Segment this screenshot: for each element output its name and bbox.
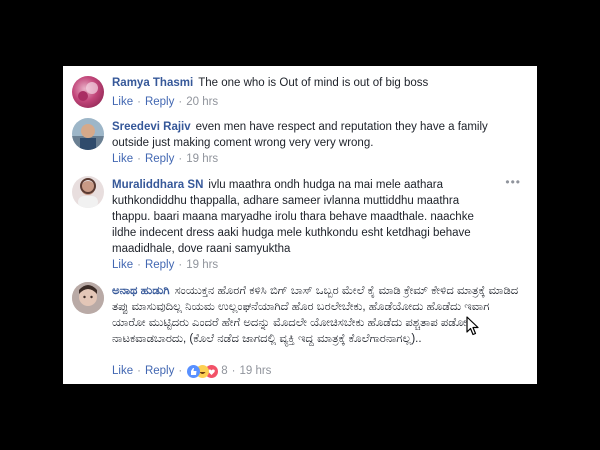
- separator-dot: ·: [137, 365, 141, 377]
- separator-dot: ·: [178, 259, 183, 271]
- avatar[interactable]: [72, 76, 104, 108]
- avatar[interactable]: [72, 176, 104, 208]
- commenter-name[interactable]: Ramya Thasmi: [112, 77, 193, 89]
- avatar-image: [78, 82, 98, 101]
- separator-dot: ·: [178, 153, 183, 165]
- like-link[interactable]: Like: [112, 364, 133, 378]
- like-icon: [187, 364, 201, 378]
- avatar[interactable]: [72, 118, 104, 150]
- more-options-icon[interactable]: •••: [505, 175, 521, 189]
- comment-body: ಸಂಯುಕ್ತನ ಹೊರಗೆ ಕಳಿಸಿ ಬಿಗ್ ಬಾಸ್ ಒಬ್ಬರ ಮೇಲ…: [112, 285, 519, 345]
- mouse-cursor-icon: [466, 316, 479, 336]
- avatar-image: [72, 124, 104, 150]
- comment-item: Ramya Thasmi The one who is Out of mind i…: [63, 66, 537, 114]
- commenter-name[interactable]: Sreedevi Rajiv: [112, 121, 191, 133]
- reply-link[interactable]: Reply: [145, 258, 174, 272]
- separator-dot: ·: [137, 96, 141, 108]
- timestamp[interactable]: 19 hrs: [239, 364, 271, 378]
- like-link[interactable]: Like: [112, 258, 133, 272]
- comment-actions: Like · Reply · 19 hrs: [112, 258, 218, 272]
- timestamp[interactable]: 20 hrs: [186, 95, 218, 109]
- comment-actions: Like · Reply · 19 hrs: [112, 152, 218, 166]
- comment-text-block: ಅನಾಥ ಹುಡುಗಿ ಸಂಯುಕ್ತನ ಹೊರಗೆ ಕಳಿಸಿ ಬಿಗ್ ಬಾಸ…: [112, 283, 523, 347]
- like-link[interactable]: Like: [112, 152, 133, 166]
- comment-body: The one who is Out of mind is out of big…: [198, 77, 429, 89]
- separator-dot: ·: [137, 259, 141, 271]
- separator-dot: ·: [178, 365, 183, 377]
- comment-item: Muraliddhara SN ivlu maathra ondh hudga n…: [63, 172, 537, 278]
- avatar-image: [72, 282, 104, 314]
- comment-item: Sreedevi Rajiv even men have respect and …: [63, 114, 537, 172]
- avatar[interactable]: [72, 282, 104, 314]
- comments-panel: Ramya Thasmi The one who is Out of mind i…: [63, 66, 537, 384]
- like-link[interactable]: Like: [112, 95, 133, 109]
- reply-link[interactable]: Reply: [145, 364, 174, 378]
- reply-link[interactable]: Reply: [145, 95, 174, 109]
- separator-dot: ·: [178, 96, 183, 108]
- comment-text-block: Ramya Thasmi The one who is Out of mind i…: [112, 75, 523, 91]
- comment-text-block: Muraliddhara SN ivlu maathra ondh hudga n…: [112, 177, 489, 257]
- timestamp[interactable]: 19 hrs: [186, 152, 218, 166]
- comment-actions: Like · Reply · 20 hrs: [112, 95, 218, 109]
- comment-text-block: Sreedevi Rajiv even men have respect and …: [112, 119, 523, 151]
- reaction-count: 8: [221, 365, 228, 377]
- separator-dot: ·: [137, 153, 141, 165]
- commenter-name[interactable]: ಅನಾಥ ಹುಡುಗಿ: [112, 285, 170, 297]
- avatar-image: [78, 178, 98, 208]
- reply-link[interactable]: Reply: [145, 152, 174, 166]
- commenter-name[interactable]: Muraliddhara SN: [112, 179, 203, 191]
- reactions-summary[interactable]: 8: [187, 364, 228, 378]
- separator-dot: ·: [231, 365, 236, 377]
- timestamp[interactable]: 19 hrs: [186, 258, 218, 272]
- comment-actions: Like · Reply · 8 · 19 hrs: [112, 364, 271, 378]
